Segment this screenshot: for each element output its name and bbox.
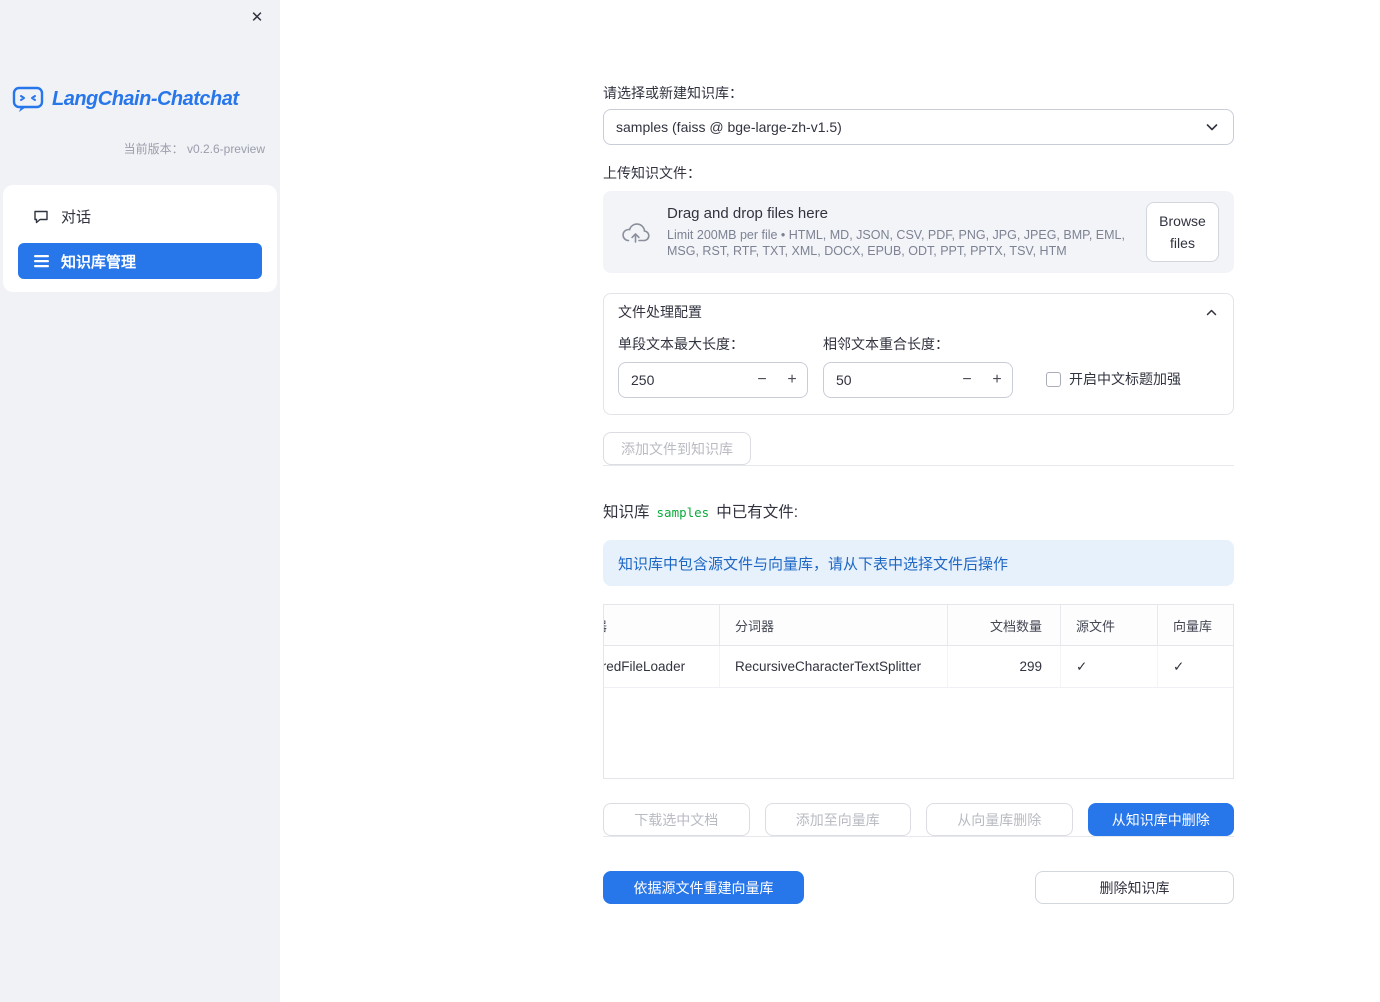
column-header-source-file[interactable]: 源文件 — [1061, 605, 1158, 645]
chinese-title-enhance-checkbox[interactable] — [1046, 371, 1061, 387]
file-actions-row: 下载选中文档 添加至向量库 从向量库删除 从知识库中删除 — [603, 803, 1234, 836]
add-files-to-kb-button[interactable]: 添加文件到知识库 — [603, 432, 751, 465]
cell-vector-store-check: ✓ — [1173, 658, 1185, 674]
sidebar-item-label: 对话 — [61, 208, 92, 226]
cell-source-file-check: ✓ — [1061, 646, 1158, 687]
kb-selectbox[interactable]: samples (faiss @ bge-large-zh-v1.5) — [603, 109, 1234, 145]
column-header-vector-store[interactable]: 向量库 — [1158, 605, 1233, 645]
overlap-length-input[interactable] — [824, 372, 952, 388]
table-row[interactable]: UnstructuredFileLoader RecursiveCharacte… — [604, 646, 1233, 688]
logo-chat-icon — [12, 84, 44, 114]
chat-bubble-icon — [33, 208, 49, 224]
file-uploader-dropzone[interactable]: Drag and drop files here Limit 200MB per… — [603, 191, 1234, 273]
logo-text: LangChain-Chatchat — [52, 87, 239, 110]
upload-files-label: 上传知识文件： — [603, 165, 701, 181]
kb-select-label: 请选择或新建知识库： — [603, 85, 743, 101]
column-header-splitter[interactable]: 分词器 — [720, 605, 948, 645]
expander-header[interactable]: 文件处理配置 — [604, 294, 1233, 330]
cloud-upload-icon — [621, 220, 650, 244]
overlap-length-label: 相邻文本重合长度： — [823, 336, 949, 352]
cell-loader: UnstructuredFileLoader — [604, 646, 720, 687]
file-config-expander: 文件处理配置 单段文本最大长度： − + 相邻文本重合 — [603, 293, 1234, 415]
max-length-input[interactable] — [619, 372, 747, 388]
max-length-label: 单段文本最大长度： — [618, 336, 744, 352]
overlap-length-stepper: − + — [823, 362, 1013, 398]
sidebar-item-label: 知识库管理 — [61, 253, 137, 271]
increment-button[interactable]: + — [982, 363, 1012, 397]
expander-title: 文件处理配置 — [618, 304, 702, 320]
kb-files-table[interactable]: 文档加载器 分词器 文档数量 源文件 向量库 UnstructuredFileL… — [603, 604, 1234, 779]
kb-management-actions: 依据源文件重建向量库 删除知识库 — [603, 871, 1234, 904]
chevron-up-icon — [1204, 305, 1219, 320]
uploader-text-block: Drag and drop files here Limit 200MB per… — [667, 205, 1143, 260]
decrement-button[interactable]: − — [952, 363, 982, 397]
table-header-row: 文档加载器 分词器 文档数量 源文件 向量库 — [604, 605, 1233, 646]
increment-button[interactable]: + — [777, 363, 807, 397]
list-icon — [33, 254, 49, 268]
max-length-group: 单段文本最大长度： − + — [618, 334, 808, 398]
info-alert-text: 知识库中包含源文件与向量库，请从下表中选择文件后操作 — [618, 555, 1009, 573]
download-selected-button[interactable]: 下载选中文档 — [603, 803, 750, 836]
delete-from-vector-store-button[interactable]: 从向量库删除 — [926, 803, 1073, 836]
existing-files-suffix: 中已有文件: — [716, 504, 799, 521]
divider — [603, 836, 1234, 837]
kb-name-code: samples — [656, 505, 710, 520]
column-header-doc-count[interactable]: 文档数量 — [948, 605, 1061, 645]
max-length-stepper: − + — [618, 362, 808, 398]
divider — [603, 465, 1234, 466]
existing-files-heading: 知识库 samples 中已有文件: — [603, 500, 1234, 522]
sidebar-close-icon[interactable]: ✕ — [247, 8, 267, 28]
version-value: v0.2.6-preview — [186, 142, 265, 156]
app-logo: LangChain-Chatchat — [0, 84, 280, 114]
chinese-title-enhance-group: 开启中文标题加强 — [1046, 369, 1181, 389]
uploader-limit-text: Limit 200MB per file • HTML, MD, JSON, C… — [667, 227, 1125, 258]
rebuild-vector-store-button[interactable]: 依据源文件重建向量库 — [603, 871, 804, 904]
existing-files-prefix: 知识库 — [603, 504, 650, 521]
sidebar-item-knowledge-base[interactable]: 知识库管理 — [18, 243, 262, 279]
delete-kb-button[interactable]: 删除知识库 — [1035, 871, 1234, 904]
decrement-button[interactable]: − — [747, 363, 777, 397]
info-alert: 知识库中包含源文件与向量库，请从下表中选择文件后操作 — [603, 540, 1234, 586]
overlap-length-group: 相邻文本重合长度： − + — [823, 334, 1013, 398]
version-info: 当前版本： v0.2.6-preview — [0, 140, 280, 157]
main-content: 请选择或新建知识库： samples (faiss @ bge-large-zh… — [280, 0, 1380, 1002]
cell-splitter: RecursiveCharacterTextSplitter — [720, 646, 948, 687]
version-label: 当前版本： — [123, 142, 184, 156]
sidebar-item-dialogue[interactable]: 对话 — [18, 198, 262, 234]
column-header-loader[interactable]: 文档加载器 — [604, 605, 720, 645]
delete-from-kb-button[interactable]: 从知识库中删除 — [1087, 803, 1234, 836]
expander-body: 单段文本最大长度： − + 相邻文本重合长度： − + — [604, 330, 1233, 414]
cell-doc-count: 299 — [948, 646, 1061, 687]
uploader-title: Drag and drop files here — [667, 204, 828, 222]
chinese-title-enhance-label: 开启中文标题加强 — [1069, 371, 1181, 387]
browse-files-button[interactable]: Browse files — [1146, 201, 1219, 263]
chevron-down-icon — [1203, 118, 1221, 136]
add-to-vector-store-button[interactable]: 添加至向量库 — [764, 803, 911, 836]
sidebar-menu: 对话 知识库管理 — [3, 185, 277, 292]
sidebar: ✕ LangChain-Chatchat 当前版本： v0.2.6-previe… — [0, 0, 280, 1002]
kb-selected-value: samples (faiss @ bge-large-zh-v1.5) — [616, 119, 842, 135]
